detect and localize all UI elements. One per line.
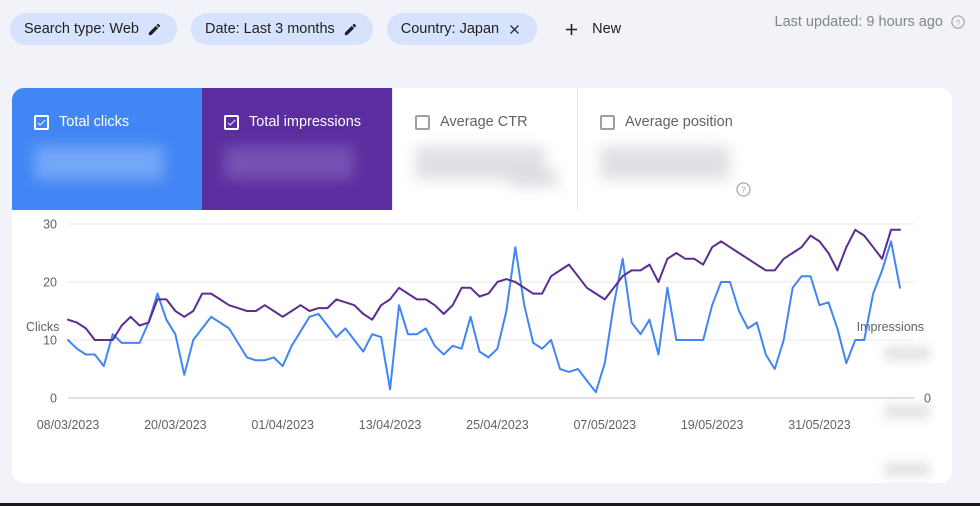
help-icon[interactable]: ? bbox=[735, 181, 752, 198]
last-updated-status: Last updated: 9 hours ago ? bbox=[775, 14, 967, 30]
svg-text:19/05/2023: 19/05/2023 bbox=[681, 418, 744, 432]
filter-chip-search-type-label: Search type: Web bbox=[24, 21, 139, 37]
filter-chip-date[interactable]: Date: Last 3 months bbox=[191, 13, 373, 45]
svg-text:13/04/2023: 13/04/2023 bbox=[359, 418, 422, 432]
filter-chip-date-label: Date: Last 3 months bbox=[205, 21, 335, 37]
svg-text:08/03/2023: 08/03/2023 bbox=[37, 418, 100, 432]
checkbox-checked-icon[interactable] bbox=[224, 114, 239, 130]
filter-chip-search-type[interactable]: Search type: Web bbox=[10, 13, 177, 45]
tab-average-position-head: Average position bbox=[578, 114, 765, 130]
filter-bar: Search type: Web Date: Last 3 months Cou… bbox=[0, 0, 980, 58]
svg-text:10: 10 bbox=[43, 334, 57, 348]
svg-text:07/05/2023: 07/05/2023 bbox=[573, 418, 636, 432]
performance-card: Total clicks Total impressions Average C… bbox=[12, 88, 952, 483]
svg-text:20/03/2023: 20/03/2023 bbox=[144, 418, 207, 432]
tab-total-impressions-value-redacted bbox=[224, 146, 354, 180]
last-updated-label: Last updated: 9 hours ago bbox=[774, 14, 944, 30]
edit-icon[interactable] bbox=[146, 21, 163, 38]
tab-total-clicks[interactable]: Total clicks bbox=[12, 88, 202, 210]
tab-total-clicks-value-redacted bbox=[34, 146, 164, 180]
svg-text:31/05/2023: 31/05/2023 bbox=[788, 418, 851, 432]
tab-total-clicks-label: Total clicks bbox=[59, 114, 130, 130]
checkbox-unchecked-icon[interactable] bbox=[415, 114, 430, 130]
svg-text:20: 20 bbox=[43, 276, 57, 290]
tab-average-ctr[interactable]: Average CTR bbox=[392, 88, 578, 210]
filter-chip-country[interactable]: Country: Japan bbox=[386, 13, 538, 45]
tab-average-ctr-label: Average CTR bbox=[440, 114, 528, 130]
svg-text:?: ? bbox=[956, 18, 960, 27]
svg-text:0: 0 bbox=[924, 392, 931, 406]
tab-average-position[interactable]: Average position ? bbox=[578, 88, 765, 210]
tab-total-impressions[interactable]: Total impressions bbox=[202, 88, 392, 210]
plus-icon bbox=[561, 19, 581, 39]
svg-text:30: 30 bbox=[43, 218, 57, 232]
svg-text:0: 0 bbox=[50, 392, 57, 406]
tab-average-position-label: Average position bbox=[625, 114, 733, 130]
svg-text:?: ? bbox=[741, 186, 746, 195]
tab-total-clicks-head: Total clicks bbox=[12, 114, 202, 130]
chart-svg: 0 10 20 30 0 08/03/2023 20/03/2023 01/04/2023 13… bbox=[37, 218, 931, 433]
performance-chart: Clicks Impressions 0 10 20 30 0 08/03/2023 20/… bbox=[12, 210, 952, 483]
tab-average-ctr-head: Average CTR bbox=[393, 114, 577, 130]
tab-total-impressions-label: Total impressions bbox=[249, 114, 362, 130]
filter-chip-country-label: Country: Japan bbox=[400, 21, 500, 37]
tab-average-ctr-value-redacted-2 bbox=[511, 168, 559, 188]
add-new-filter-button[interactable]: New bbox=[553, 13, 629, 45]
help-icon[interactable]: ? bbox=[950, 14, 966, 30]
metric-tabs: Total clicks Total impressions Average C… bbox=[12, 88, 765, 210]
svg-text:01/04/2023: 01/04/2023 bbox=[251, 418, 314, 432]
tab-average-position-value-redacted bbox=[600, 146, 730, 180]
close-icon[interactable] bbox=[506, 21, 523, 38]
checkbox-checked-icon[interactable] bbox=[34, 114, 49, 130]
svg-text:25/04/2023: 25/04/2023 bbox=[466, 418, 529, 432]
checkbox-unchecked-icon[interactable] bbox=[600, 114, 615, 130]
add-new-filter-label: New bbox=[592, 21, 622, 37]
search-console-performance-page: Search type: Web Date: Last 3 months Cou… bbox=[0, 0, 980, 506]
tab-total-impressions-head: Total impressions bbox=[202, 114, 392, 130]
edit-icon[interactable] bbox=[342, 21, 359, 38]
